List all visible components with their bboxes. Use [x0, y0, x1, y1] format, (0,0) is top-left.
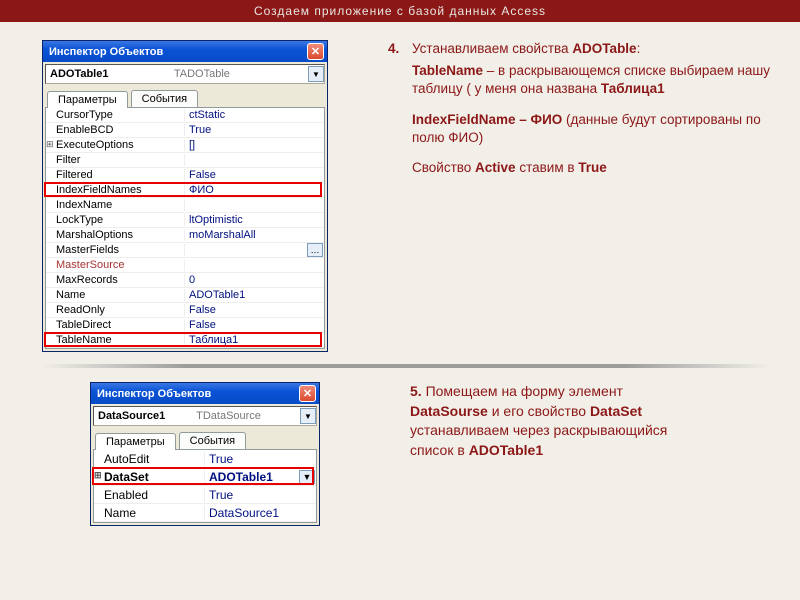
property-value[interactable]: False: [185, 319, 324, 331]
object-inspector-1: Инспектор Объектов ✕ ADOTable1 TADOTable…: [42, 40, 328, 352]
property-row[interactable]: DataSetADOTable1▼: [94, 468, 316, 486]
oi1-selected-name: ADOTable1: [46, 68, 174, 80]
property-value[interactable]: True: [185, 124, 324, 136]
property-name: ExecuteOptions: [46, 139, 185, 151]
property-value[interactable]: ADOTable1: [205, 470, 299, 484]
oi2-title: Инспектор Объектов: [97, 388, 211, 400]
tab-events[interactable]: События: [179, 432, 246, 449]
property-value[interactable]: DataSource1: [205, 506, 316, 520]
property-name: CursorType: [46, 109, 185, 121]
object-inspector-2: Инспектор Объектов ✕ DataSource1 TDataSo…: [90, 382, 320, 526]
property-row[interactable]: MasterSource: [46, 258, 324, 273]
property-row[interactable]: Filter: [46, 153, 324, 168]
property-name: Name: [94, 506, 205, 520]
oi2-selected-name: DataSource1: [94, 410, 196, 422]
property-value[interactable]: ФИО: [185, 184, 324, 196]
property-row[interactable]: LockTypeltOptimistic: [46, 213, 324, 228]
property-name: MasterFields: [46, 244, 185, 256]
property-value[interactable]: False: [185, 304, 324, 316]
property-value[interactable]: True: [205, 488, 316, 502]
property-row[interactable]: TableDirectFalse: [46, 318, 324, 333]
property-row[interactable]: FilteredFalse: [46, 168, 324, 183]
property-row[interactable]: ReadOnlyFalse: [46, 303, 324, 318]
property-name: Name: [46, 289, 185, 301]
tab-parameters[interactable]: Параметры: [95, 433, 176, 450]
property-name: TableDirect: [46, 319, 185, 331]
property-value[interactable]: ADOTable1: [185, 289, 324, 301]
divider: [42, 364, 770, 368]
property-row[interactable]: ExecuteOptions[]: [46, 138, 324, 153]
oi2-titlebar[interactable]: Инспектор Объектов ✕: [91, 383, 319, 404]
oi1-titlebar[interactable]: Инспектор Объектов ✕: [43, 41, 327, 62]
property-name: MarshalOptions: [46, 229, 185, 241]
property-name: MaxRecords: [46, 274, 185, 286]
chevron-down-icon[interactable]: ▼: [299, 470, 315, 484]
property-value[interactable]: []: [185, 139, 324, 151]
chevron-down-icon[interactable]: ▼: [300, 408, 316, 424]
property-name: Enabled: [94, 488, 205, 502]
property-name: EnableBCD: [46, 124, 185, 136]
property-row[interactable]: CursorTypectStatic: [46, 108, 324, 123]
property-row[interactable]: EnabledTrue: [94, 486, 316, 504]
oi2-object-selector[interactable]: DataSource1 TDataSource ▼: [93, 406, 317, 426]
oi2-property-grid[interactable]: AutoEditTrueDataSetADOTable1▼EnabledTrue…: [93, 449, 317, 523]
property-name: Filtered: [46, 169, 185, 181]
oi1-selected-class: TADOTable: [174, 68, 308, 80]
tab-parameters[interactable]: Параметры: [47, 91, 128, 108]
property-row[interactable]: NameADOTable1: [46, 288, 324, 303]
property-row[interactable]: MasterFields …: [46, 243, 324, 258]
chevron-down-icon[interactable]: ▼: [308, 66, 324, 82]
oi1-title: Инспектор Объектов: [49, 46, 163, 58]
property-row[interactable]: IndexFieldNamesФИО: [46, 183, 324, 198]
oi1-object-selector[interactable]: ADOTable1 TADOTable ▼: [45, 64, 325, 84]
property-name: TableName: [46, 334, 185, 346]
property-row[interactable]: EnableBCDTrue: [46, 123, 324, 138]
property-name: IndexFieldNames: [46, 184, 185, 196]
property-row[interactable]: MarshalOptionsmoMarshalAll: [46, 228, 324, 243]
property-name: MasterSource: [46, 259, 185, 271]
property-value[interactable]: moMarshalAll: [185, 229, 324, 241]
step5-text: 5. Помещаем на форму элемент DataSourse …: [410, 382, 690, 526]
oi2-selected-class: TDataSource: [196, 410, 300, 422]
property-value[interactable]: 0: [185, 274, 324, 286]
ellipsis-button[interactable]: …: [307, 243, 323, 257]
property-value[interactable]: False: [185, 169, 324, 181]
property-value[interactable]: True: [205, 452, 316, 466]
tab-events[interactable]: События: [131, 90, 198, 107]
property-row[interactable]: NameDataSource1: [94, 504, 316, 522]
close-icon[interactable]: ✕: [299, 385, 316, 402]
property-name: LockType: [46, 214, 185, 226]
slide-title: Создаем приложение с базой данных Access: [0, 0, 800, 22]
close-icon[interactable]: ✕: [307, 43, 324, 60]
property-name: ReadOnly: [46, 304, 185, 316]
property-value[interactable]: Таблица1: [185, 334, 324, 346]
property-row[interactable]: MaxRecords0: [46, 273, 324, 288]
property-name: Filter: [46, 154, 185, 166]
property-row[interactable]: TableNameТаблица1: [46, 333, 324, 348]
property-name: IndexName: [46, 199, 185, 211]
step4-text: 4. Устанавливаем свойства ADOTable: Tabl…: [388, 40, 770, 352]
property-row[interactable]: IndexName: [46, 198, 324, 213]
property-value[interactable]: ctStatic: [185, 109, 324, 121]
property-value[interactable]: ltOptimistic: [185, 214, 324, 226]
property-name: DataSet: [94, 470, 205, 484]
property-name: AutoEdit: [94, 452, 205, 466]
property-row[interactable]: AutoEditTrue: [94, 450, 316, 468]
oi1-property-grid[interactable]: CursorTypectStaticEnableBCDTrueExecuteOp…: [45, 107, 325, 349]
